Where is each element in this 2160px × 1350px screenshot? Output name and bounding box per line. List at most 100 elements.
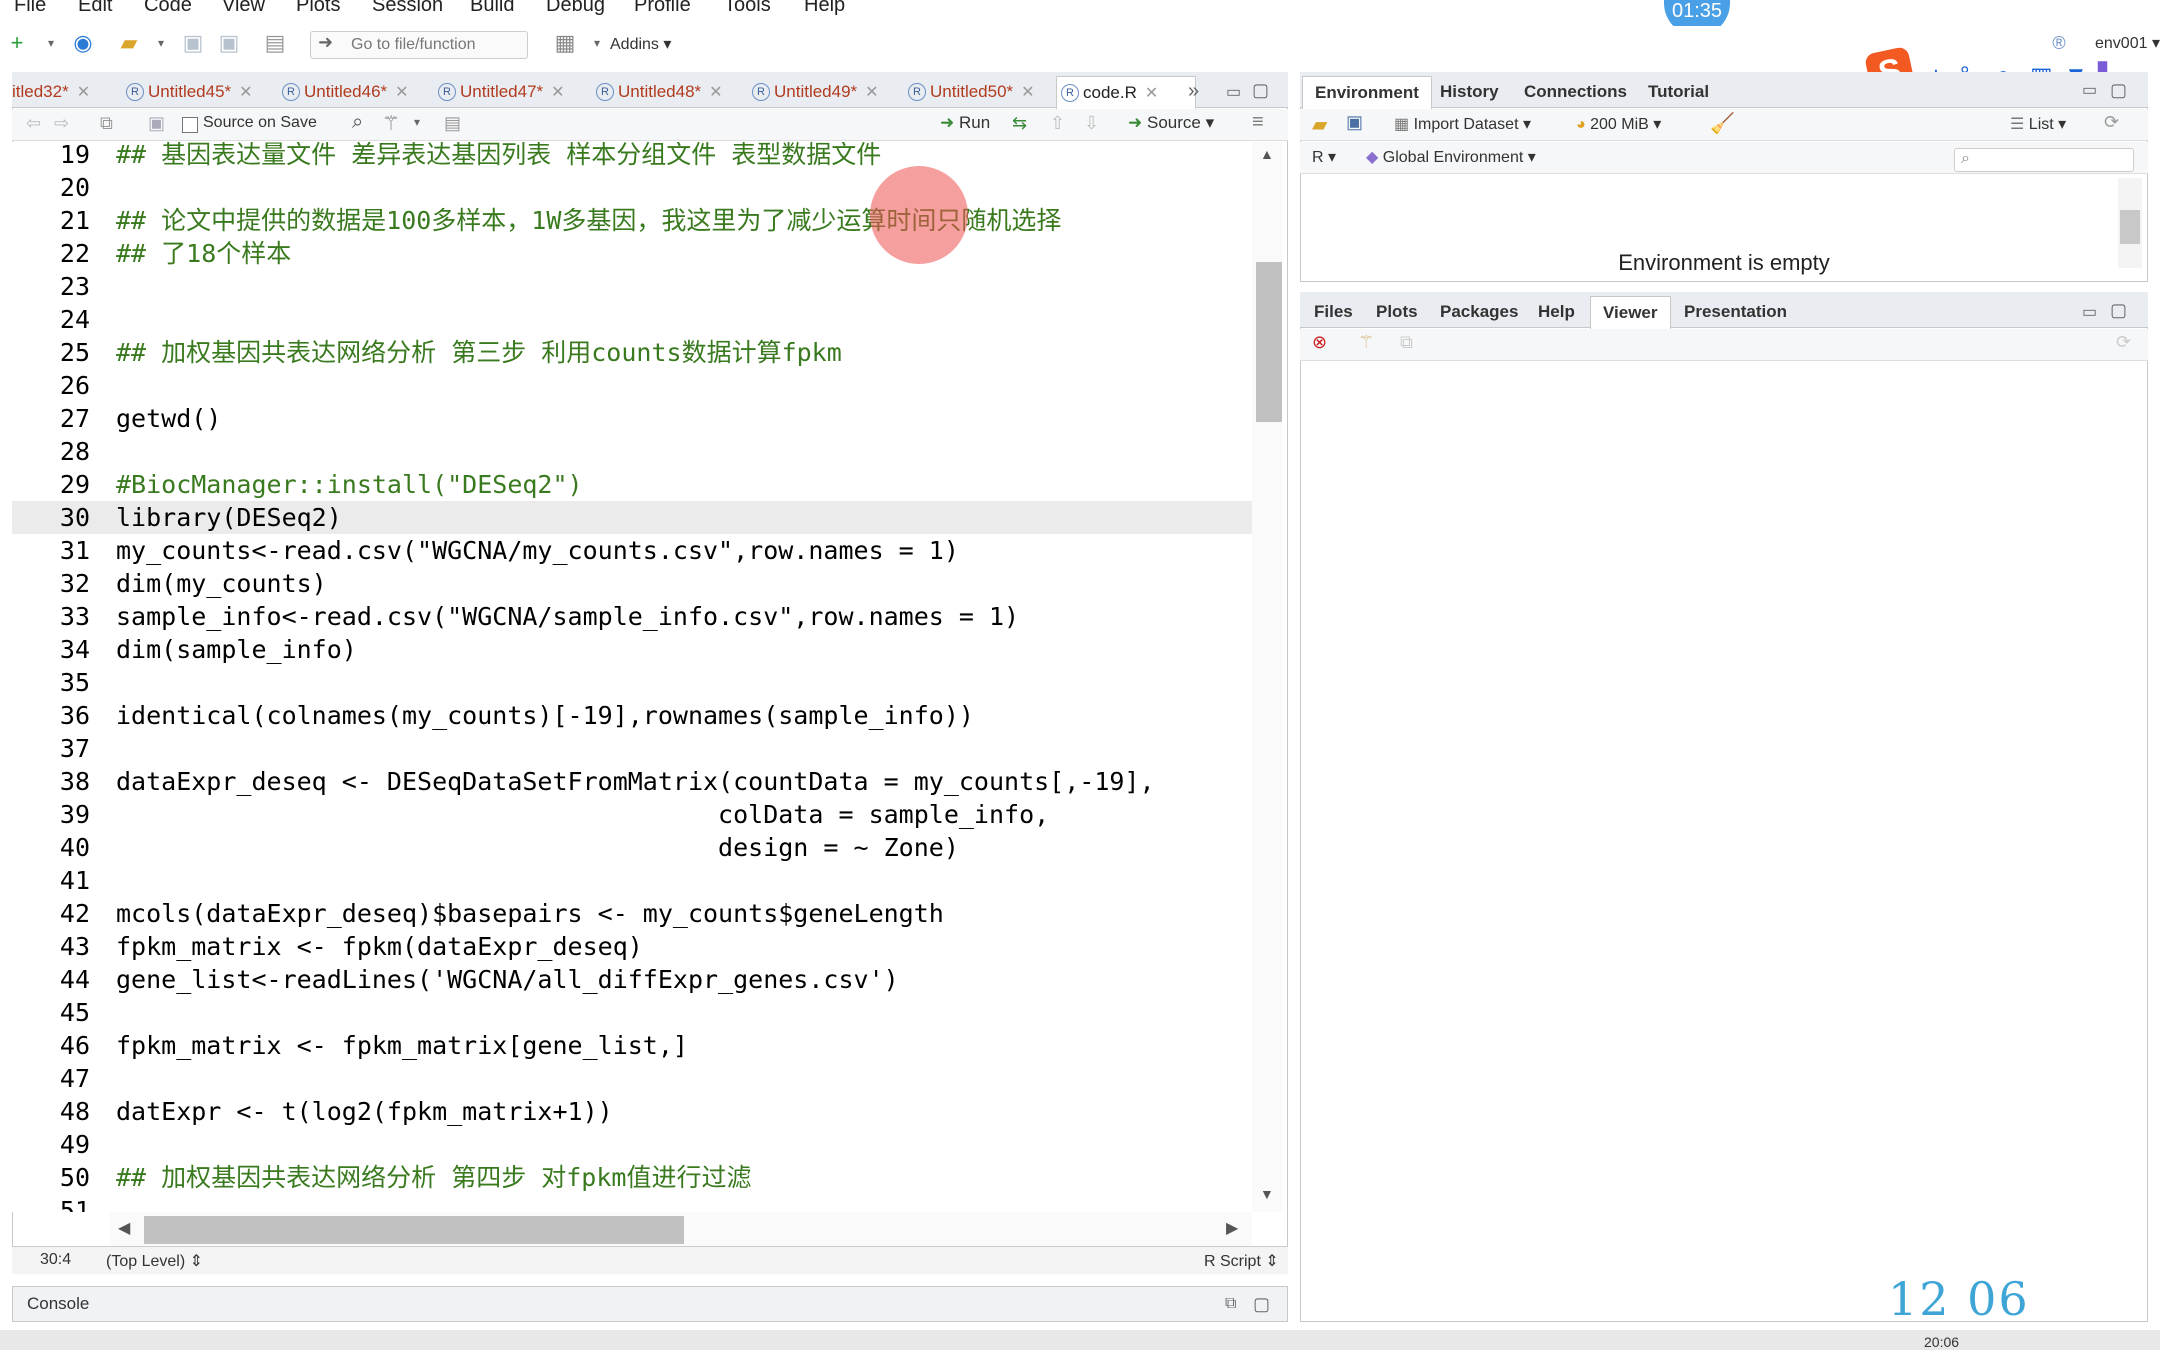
code-line[interactable]: 27 getwd() xyxy=(12,402,1252,435)
close-icon[interactable]: ✕ xyxy=(551,84,564,101)
scroll-up-icon[interactable]: ▲ xyxy=(1260,146,1274,162)
load-workspace-icon[interactable]: ▰ xyxy=(1312,112,1327,137)
addins-menu[interactable]: Addins ▾ xyxy=(610,34,671,54)
project-env-menu[interactable]: env001 ▾ xyxy=(2095,33,2160,53)
open-folder-icon[interactable]: ▰ xyxy=(116,30,142,56)
memory-usage-menu[interactable]: ◕ 200 MiB ▾ xyxy=(1576,114,1661,134)
save-workspace-icon[interactable]: ▣ xyxy=(1346,112,1363,133)
tab-files[interactable]: Files xyxy=(1302,296,1365,328)
close-icon[interactable]: ✕ xyxy=(865,84,878,101)
menu-view[interactable]: View xyxy=(222,0,265,17)
chevron-down-icon[interactable]: ▾ xyxy=(414,115,420,129)
code-line[interactable]: 24 xyxy=(12,303,1252,336)
code-line[interactable]: 49 xyxy=(12,1128,1252,1161)
tab-tutorial[interactable]: Tutorial xyxy=(1636,76,1721,108)
run-button[interactable]: ➜ Run xyxy=(940,113,990,133)
more-tabs-icon[interactable]: » xyxy=(1188,80,1199,103)
editor-tab-active[interactable]: Rcode.R ✕ xyxy=(1056,76,1196,109)
list-view-menu[interactable]: ☰ List ▾ xyxy=(2010,114,2066,134)
editor-tab[interactable]: R Untitled47* ✕ xyxy=(434,76,565,108)
code-line[interactable]: 34 dim(sample_info) xyxy=(12,633,1252,666)
import-dataset-menu[interactable]: ▦ Import Dataset ▾ xyxy=(1394,114,1531,134)
compile-report-icon[interactable]: ▤ xyxy=(444,113,461,134)
menu-help[interactable]: Help xyxy=(804,0,845,17)
tab-connections[interactable]: Connections xyxy=(1512,76,1639,108)
stop-icon[interactable]: ⊗ xyxy=(1312,332,1327,353)
editor-tab[interactable]: itled32* ✕ xyxy=(10,76,90,108)
close-icon[interactable]: ✕ xyxy=(239,84,252,101)
outline-icon[interactable]: ≡ xyxy=(1252,111,1264,134)
show-in-window-icon[interactable]: ⧉ xyxy=(100,113,113,134)
tab-history[interactable]: History xyxy=(1428,76,1511,108)
code-line[interactable]: 30 library(DESeq2) xyxy=(12,501,1252,534)
minimize-pane-icon[interactable]: ▭ xyxy=(2082,80,2097,100)
go-down-icon[interactable]: ⇩ xyxy=(1084,113,1099,134)
environment-scroll-thumb[interactable] xyxy=(2120,210,2140,244)
code-line[interactable]: 41 xyxy=(12,864,1252,897)
maximize-pane-icon[interactable]: ▢ xyxy=(2110,300,2127,321)
code-line[interactable]: 43 fpkm_matrix <- fpkm(dataExpr_deseq) xyxy=(12,930,1252,963)
file-type-selector[interactable]: R Script ⇕ xyxy=(1204,1251,1279,1271)
menu-edit[interactable]: Edit xyxy=(78,0,112,17)
maximize-pane-icon[interactable]: ▢ xyxy=(1252,80,1269,101)
menu-profile[interactable]: Profile xyxy=(634,0,691,17)
menu-session[interactable]: Session xyxy=(372,0,443,17)
save-all-icon[interactable]: ▣ xyxy=(216,30,242,56)
code-line[interactable]: 48 datExpr <- t(log2(fpkm_matrix+1)) xyxy=(12,1095,1252,1128)
code-line[interactable]: 39 colData = sample_info, xyxy=(12,798,1252,831)
code-line[interactable]: 36 identical(colnames(my_counts)[-19],row… xyxy=(12,699,1252,732)
close-icon[interactable]: ✕ xyxy=(395,84,408,101)
tab-help[interactable]: Help xyxy=(1526,296,1587,328)
code-line[interactable]: 40 design = ~ Zone) xyxy=(12,831,1252,864)
tab-environment[interactable]: Environment xyxy=(1302,76,1432,109)
editor-tab[interactable]: R Untitled45* ✕ xyxy=(122,76,253,108)
menu-plots[interactable]: Plots xyxy=(296,0,340,17)
code-line[interactable]: 20 xyxy=(12,171,1252,204)
magic-wand-icon[interactable]: ⚚ xyxy=(382,111,400,136)
code-line[interactable]: 37 xyxy=(12,732,1252,765)
menu-code[interactable]: Code xyxy=(144,0,192,17)
forward-arrow-icon[interactable]: ⇨ xyxy=(54,113,69,134)
print-icon[interactable]: ▤ xyxy=(262,30,288,56)
refresh-icon[interactable]: ⟳ xyxy=(2116,332,2131,353)
tab-packages[interactable]: Packages xyxy=(1428,296,1530,328)
refresh-icon[interactable]: ⟳ xyxy=(2104,112,2119,133)
menu-build[interactable]: Build xyxy=(470,0,514,17)
close-icon[interactable]: ✕ xyxy=(77,84,90,101)
code-line[interactable]: 29 #BiocManager::install("DESeq2") xyxy=(12,468,1252,501)
chevron-down-icon[interactable]: ▾ xyxy=(148,30,174,56)
maximize-pane-icon[interactable]: ▢ xyxy=(1253,1287,1270,1321)
save-icon[interactable]: ▣ xyxy=(148,113,165,134)
rerun-icon[interactable]: ⇆ xyxy=(1012,113,1027,134)
vertical-scroll-thumb[interactable] xyxy=(1256,262,1282,422)
language-selector[interactable]: R ▾ xyxy=(1312,147,1336,167)
menu-file[interactable]: File xyxy=(14,0,46,17)
code-line[interactable]: 26 xyxy=(12,369,1252,402)
scroll-left-icon[interactable]: ◀ xyxy=(118,1218,130,1238)
source-button[interactable]: ➜ Source ▾ xyxy=(1128,113,1214,133)
code-line[interactable]: 50 ## 加权基因共表达网络分析 第四步 对fpkm值进行过滤 xyxy=(12,1161,1252,1194)
chevron-down-icon[interactable]: ▾ xyxy=(38,30,64,56)
editor-tab[interactable]: R Untitled49* ✕ xyxy=(748,76,879,108)
source-on-save-checkbox[interactable] xyxy=(182,117,198,133)
code-editor[interactable]: 19 ## 基因表达量文件 差异表达基因列表 样本分组文件 表型数据文件 20 21 #… xyxy=(12,142,1252,1212)
code-line[interactable]: 35 xyxy=(12,666,1252,699)
code-line[interactable]: 31 my_counts<-read.csv("WGCNA/my_counts.c… xyxy=(12,534,1252,567)
grid-layout-icon[interactable]: ▦ xyxy=(552,30,578,56)
code-line[interactable]: 33 sample_info<-read.csv("WGCNA/sample_in… xyxy=(12,600,1252,633)
code-line[interactable]: 23 xyxy=(12,270,1252,303)
tab-presentation[interactable]: Presentation xyxy=(1672,296,1799,328)
code-line[interactable]: 32 dim(my_counts) xyxy=(12,567,1252,600)
environment-search-input[interactable]: ⌕ xyxy=(1954,148,2134,172)
save-icon[interactable]: ▣ xyxy=(180,30,206,56)
scroll-down-icon[interactable]: ▼ xyxy=(1260,1186,1274,1202)
menu-debug[interactable]: Debug xyxy=(546,0,605,17)
broom-icon[interactable]: ⚚ xyxy=(1358,332,1374,353)
tab-viewer[interactable]: Viewer xyxy=(1590,296,1671,329)
editor-tab[interactable]: R Untitled50* ✕ xyxy=(904,76,1035,108)
minimize-pane-icon[interactable]: ▭ xyxy=(2082,302,2097,322)
code-line[interactable]: 46 fpkm_matrix <- fpkm_matrix[gene_list,] xyxy=(12,1029,1252,1062)
horizontal-scroll-thumb[interactable] xyxy=(144,1216,684,1244)
code-line[interactable]: 25 ## 加权基因共表达网络分析 第三步 利用counts数据计算fpkm xyxy=(12,336,1252,369)
goto-file-function-input[interactable]: Go to file/function xyxy=(310,31,528,59)
